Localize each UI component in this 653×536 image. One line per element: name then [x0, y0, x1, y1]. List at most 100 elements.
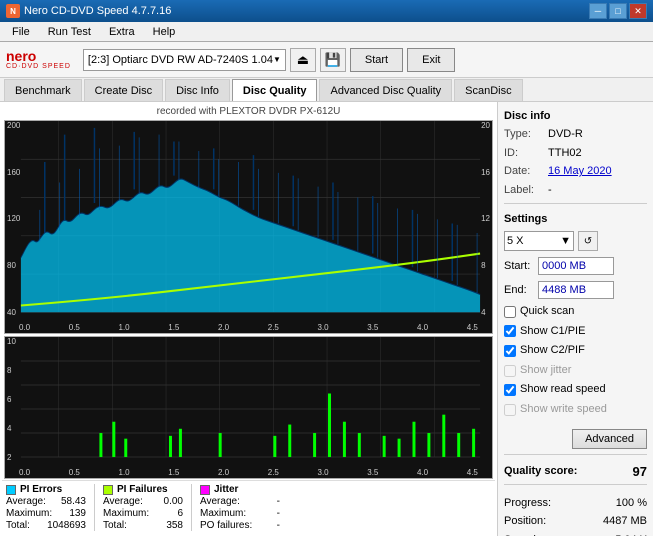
pi-errors-total-row: Total: 1048693 [6, 520, 86, 531]
id-key: ID: [504, 145, 544, 162]
title-bar: N Nero CD-DVD Speed 4.7.7.16 ─ □ ✕ [0, 0, 653, 22]
upper-chart: 200 160 120 80 40 20 16 12 8 4 0.0 0.5 1… [4, 120, 493, 334]
position-value: 4487 MB [603, 512, 647, 531]
show-c2pif-checkbox[interactable] [504, 345, 516, 357]
progress-label: Progress: [504, 494, 551, 513]
end-mb-input[interactable] [538, 281, 614, 299]
show-write-speed-label: Show write speed [520, 401, 607, 419]
quick-scan-row: Quick scan [504, 303, 647, 321]
id-value: TTH02 [548, 145, 582, 162]
label-key: Label: [504, 182, 544, 199]
menu-bar: File Run Test Extra Help [0, 22, 653, 42]
nero-logo: nero CD·DVD SPEED [6, 49, 71, 70]
chart-title: recorded with PLEXTOR DVDR PX-612U [2, 104, 495, 119]
start-label: Start: [504, 260, 534, 272]
lower-chart-svg [5, 337, 492, 478]
cd-brand-text: CD·DVD SPEED [6, 63, 71, 70]
pi-errors-color [6, 485, 16, 495]
close-button[interactable]: ✕ [629, 3, 647, 19]
settings-refresh-button[interactable]: ↺ [578, 231, 598, 251]
menu-run-test[interactable]: Run Test [40, 24, 99, 40]
show-read-speed-row: Show read speed [504, 381, 647, 399]
y-axis-left-upper: 200 160 120 80 40 [7, 121, 20, 317]
settings-title: Settings [504, 213, 647, 225]
show-write-speed-row: Show write speed [504, 401, 647, 419]
tab-disc-quality[interactable]: Disc Quality [232, 79, 318, 101]
show-jitter-checkbox[interactable] [504, 365, 516, 377]
disc-info-title: Disc info [504, 110, 647, 122]
pi-failures-average-row: Average: 0.00 [103, 496, 183, 507]
divider-3 [504, 484, 647, 485]
position-label: Position: [504, 512, 546, 531]
show-read-speed-label: Show read speed [520, 381, 606, 399]
start-mb-input[interactable] [538, 257, 614, 275]
quality-score-value: 97 [633, 464, 647, 479]
date-row: Date: 16 May 2020 [504, 163, 647, 180]
tab-benchmark[interactable]: Benchmark [4, 79, 82, 101]
pi-failures-stats: PI Failures Average: 0.00 Maximum: 6 Tot… [103, 484, 183, 531]
type-row: Type: DVD-R [504, 126, 647, 143]
eject-button[interactable]: ⏏ [290, 48, 316, 72]
show-c1pie-row: Show C1/PIE [504, 323, 647, 341]
position-row: Position: 4487 MB [504, 512, 647, 531]
speed-prog-value: 5.04 X [615, 531, 647, 536]
drive-selector[interactable]: [2:3] Optiarc DVD RW AD-7240S 1.04 ▼ [83, 49, 286, 71]
jitter-label: Jitter [200, 484, 280, 495]
id-row: ID: TTH02 [504, 145, 647, 162]
maximize-button[interactable]: □ [609, 3, 627, 19]
quality-score-label: Quality score: [504, 465, 577, 477]
speed-value: 5 X [507, 235, 524, 247]
pi-errors-label: PI Errors [6, 484, 86, 495]
show-read-speed-checkbox[interactable] [504, 384, 516, 396]
speed-prog-label: Speed: [504, 531, 539, 536]
nero-brand-text: nero [6, 49, 71, 63]
drive-combo-arrow-icon: ▼ [273, 55, 281, 64]
progress-row: Progress: 100 % [504, 494, 647, 513]
label-row: Label: - [504, 182, 647, 199]
pi-errors-stats: PI Errors Average: 58.43 Maximum: 139 To… [6, 484, 86, 531]
end-mb-row: End: [504, 281, 647, 299]
speed-combo-arrow-icon: ▼ [560, 235, 571, 247]
app-icon: N [6, 4, 20, 18]
exit-button[interactable]: Exit [407, 48, 455, 72]
speed-combo[interactable]: 5 X ▼ [504, 231, 574, 251]
pi-failures-color [103, 485, 113, 495]
quality-score-row: Quality score: 97 [504, 464, 647, 479]
divider-1 [504, 203, 647, 204]
show-c1pie-checkbox[interactable] [504, 325, 516, 337]
pi-failures-total-row: Total: 358 [103, 520, 183, 531]
menu-file[interactable]: File [4, 24, 38, 40]
tab-scandisc[interactable]: ScanDisc [454, 79, 522, 101]
minimize-button[interactable]: ─ [589, 3, 607, 19]
lower-chart: 10 8 6 4 2 0.0 0.5 1.0 1.5 2.0 2.5 3.0 3… [4, 336, 493, 479]
quick-scan-label: Quick scan [520, 303, 574, 321]
show-jitter-label: Show jitter [520, 362, 571, 380]
tab-disc-info[interactable]: Disc Info [165, 79, 230, 101]
save-button[interactable]: 💾 [320, 48, 346, 72]
advanced-button[interactable]: Advanced [572, 429, 647, 449]
show-c2pif-label: Show C2/PIF [520, 342, 585, 360]
start-button[interactable]: Start [350, 48, 403, 72]
jitter-stats: Jitter Average: - Maximum: - PO failures… [200, 484, 280, 531]
menu-help[interactable]: Help [145, 24, 184, 40]
menu-extra[interactable]: Extra [101, 24, 143, 40]
progress-value: 100 % [616, 494, 647, 513]
date-value: 16 May 2020 [548, 163, 612, 180]
toolbar: nero CD·DVD SPEED [2:3] Optiarc DVD RW A… [0, 42, 653, 78]
upper-chart-svg [5, 121, 492, 333]
show-write-speed-checkbox[interactable] [504, 404, 516, 416]
start-mb-row: Start: [504, 257, 647, 275]
stat-divider-1 [94, 484, 95, 531]
y-axis-right-upper: 20 16 12 8 4 [481, 121, 490, 317]
stat-divider-2 [191, 484, 192, 531]
date-key: Date: [504, 163, 544, 180]
tab-advanced-disc-quality[interactable]: Advanced Disc Quality [319, 79, 452, 101]
tab-bar: Benchmark Create Disc Disc Info Disc Qua… [0, 78, 653, 102]
label-value: - [548, 182, 552, 199]
sidebar: Disc info Type: DVD-R ID: TTH02 Date: 16… [498, 102, 653, 536]
pi-failures-maximum-row: Maximum: 6 [103, 508, 183, 519]
tab-create-disc[interactable]: Create Disc [84, 79, 163, 101]
quick-scan-checkbox[interactable] [504, 306, 516, 318]
show-c2pif-row: Show C2/PIF [504, 342, 647, 360]
type-value: DVD-R [548, 126, 583, 143]
